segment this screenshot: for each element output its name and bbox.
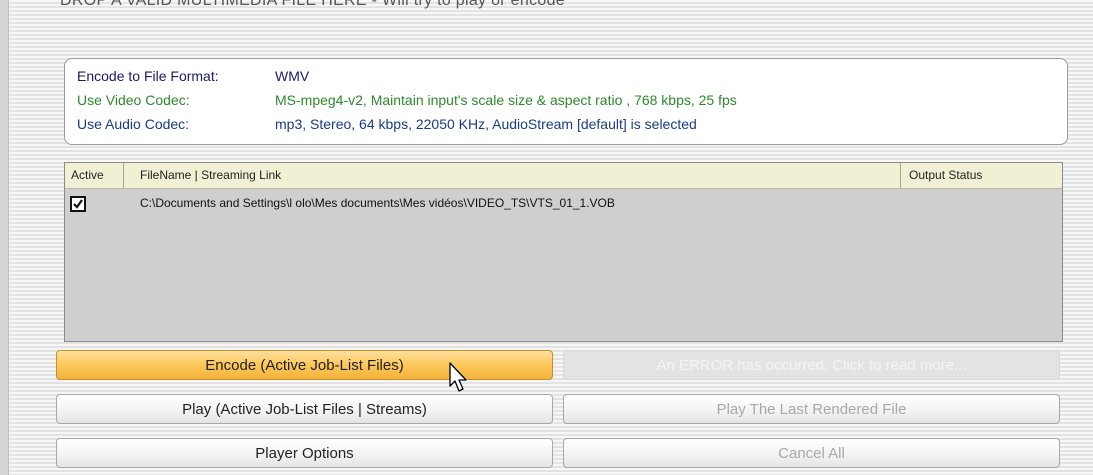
- job-list-header: Active FileName | Streaming Link Output …: [65, 163, 1062, 189]
- column-header-output-status[interactable]: Output Status: [901, 163, 1062, 188]
- format-row: Encode to File Format: WMV: [77, 68, 309, 84]
- audio-codec-value: mp3, Stereo, 64 kbps, 22050 KHz, AudioSt…: [275, 116, 697, 132]
- play-button[interactable]: Play (Active Job-List Files | Streams): [56, 394, 553, 424]
- job-list[interactable]: Active FileName | Streaming Link Output …: [64, 162, 1063, 342]
- mouse-cursor-icon: [449, 362, 467, 392]
- column-header-active[interactable]: Active: [65, 163, 124, 188]
- checkmark-icon: [73, 199, 83, 209]
- video-codec-label: Use Video Codec:: [77, 92, 190, 108]
- encode-settings-panel: Encode to File Format: WMV Use Video Cod…: [64, 58, 1068, 145]
- player-options-button[interactable]: Player Options: [56, 438, 553, 468]
- video-codec-value: MS-mpeg4-v2, Maintain input's scale size…: [275, 92, 737, 108]
- video-codec-row: Use Video Codec: MS-mpeg4-v2, Maintain i…: [77, 92, 737, 108]
- column-header-filename[interactable]: FileName | Streaming Link: [124, 163, 901, 188]
- format-value: WMV: [275, 68, 310, 84]
- active-checkbox[interactable]: [70, 196, 86, 212]
- job-list-row[interactable]: C:\Documents and Settings\l olo\Mes docu…: [65, 189, 1062, 219]
- error-details-button[interactable]: An ERROR has occurred. Click to read mor…: [563, 350, 1060, 380]
- drop-hint: DROP A VALID MULTIMEDIA FILE HERE - Will…: [60, 0, 565, 9]
- audio-codec-row: Use Audio Codec: mp3, Stereo, 64 kbps, 2…: [77, 116, 697, 132]
- file-path: C:\Documents and Settings\l olo\Mes docu…: [140, 196, 615, 210]
- cancel-all-button[interactable]: Cancel All: [563, 438, 1060, 468]
- audio-codec-label: Use Audio Codec:: [77, 116, 190, 132]
- encode-button[interactable]: Encode (Active Job-List Files): [56, 350, 553, 380]
- format-label: Encode to File Format:: [77, 68, 219, 84]
- window-left-edge: [0, 0, 9, 475]
- play-last-rendered-button[interactable]: Play The Last Rendered File: [563, 394, 1060, 424]
